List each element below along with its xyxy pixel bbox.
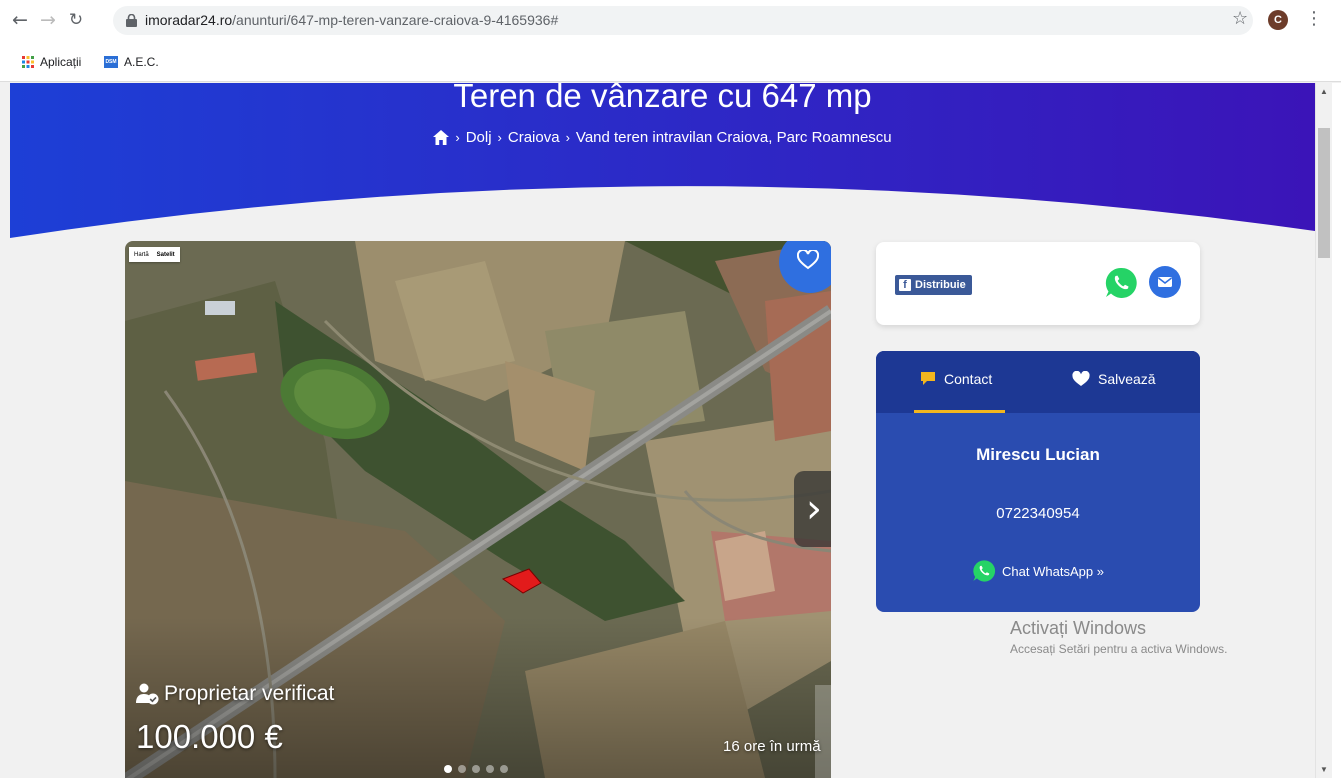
tab-contact-label: Contact	[944, 371, 993, 387]
hero-banner: Teren de vânzare cu 647 mp › Dolj › Crai…	[10, 83, 1315, 238]
verified-user-icon	[136, 683, 159, 705]
email-share-button[interactable]	[1149, 266, 1181, 298]
scroll-thumb[interactable]	[1318, 128, 1330, 258]
url-domain: imoradar24.ro	[145, 12, 233, 28]
breadcrumb-craiova[interactable]: Craiova	[508, 129, 560, 146]
posted-time: 16 ore în urmă	[723, 738, 821, 755]
watermark-subtitle: Accesați Setări pentru a activa Windows.	[1010, 642, 1228, 656]
carousel-indicators	[444, 765, 508, 773]
map-type-satellite[interactable]: Satelit	[157, 252, 175, 258]
carousel-dot[interactable]	[500, 765, 508, 773]
reload-icon[interactable]: ↻	[64, 8, 88, 32]
breadcrumb-separator: ›	[455, 130, 460, 145]
map-type-map[interactable]: Hartă	[134, 252, 149, 258]
chat-whatsapp-link[interactable]: Chat WhatsApp »	[876, 559, 1200, 583]
carousel-dot[interactable]	[486, 765, 494, 773]
listing-image-carousel[interactable]: Hartă Satelit › Proprietar verificat 100…	[125, 241, 831, 778]
watermark-title: Activați Windows	[1010, 618, 1147, 638]
contact-tabs: Contact Salvează	[876, 351, 1200, 413]
chat-whatsapp-label: Chat WhatsApp »	[1002, 563, 1104, 579]
facebook-share-label: Distribuie	[915, 279, 966, 291]
page-title: Teren de vânzare cu 647 mp	[453, 83, 872, 114]
facebook-share-button[interactable]: f Distribuie	[895, 275, 972, 295]
home-icon[interactable]	[433, 130, 450, 145]
tab-contact[interactable]: Contact	[920, 371, 992, 387]
carousel-dot[interactable]	[444, 765, 452, 773]
map-type-toggle[interactable]: Hartă Satelit	[129, 247, 180, 262]
scroll-down-icon[interactable]: ▼	[1320, 765, 1328, 774]
breadcrumb: › Dolj › Craiova › Vand teren intravilan…	[10, 129, 1315, 146]
active-tab-indicator	[914, 410, 1005, 413]
contact-phone[interactable]: 0722340954	[876, 505, 1200, 522]
carousel-dot[interactable]	[472, 765, 480, 773]
verified-owner-label: Proprietar verificat	[164, 682, 335, 705]
contact-card: Contact Salvează Mirescu Lucian 07223409…	[876, 351, 1200, 612]
breadcrumb-separator: ›	[565, 130, 570, 145]
carousel-dot[interactable]	[458, 765, 466, 773]
bookmark-aec-label: A.E.C.	[124, 55, 159, 69]
apps-grid-icon	[22, 56, 34, 68]
profile-avatar[interactable]: C	[1268, 10, 1288, 30]
whatsapp-icon[interactable]	[1104, 266, 1138, 300]
whatsapp-icon	[973, 560, 996, 582]
tab-save[interactable]: Salvează	[1072, 371, 1156, 387]
url-text: imoradar24.ro/anunturi/647-mp-teren-vanz…	[145, 6, 558, 35]
windows-activation-watermark: Activați Windows Accesați Setări pentru …	[1010, 618, 1227, 656]
bookmark-aec[interactable]: DSM A.E.C.	[104, 55, 159, 69]
bookmark-star-icon[interactable]: ☆	[1232, 8, 1248, 29]
window-edge	[1332, 83, 1341, 778]
breadcrumb-dolj[interactable]: Dolj	[466, 129, 492, 146]
share-card: f Distribuie	[876, 242, 1200, 325]
page-scrollbar[interactable]: ▲ ▼	[1315, 83, 1332, 778]
verified-owner-badge: Proprietar verificat	[136, 682, 334, 706]
bookmark-apps[interactable]: Aplicații	[22, 55, 81, 69]
scroll-up-icon[interactable]: ▲	[1320, 87, 1328, 96]
menu-kebab-icon[interactable]: ⋮	[1305, 8, 1323, 29]
bookmarks-bar: Aplicații DSM A.E.C.	[0, 49, 1341, 77]
heart-icon	[1072, 371, 1090, 386]
heart-outline-icon	[797, 250, 819, 270]
contact-name: Mirescu Lucian	[976, 445, 1100, 464]
breadcrumb-current: Vand teren intravilan Craiova, Parc Roam…	[575, 129, 892, 146]
speech-bubble-icon	[921, 372, 935, 385]
dsm-icon: DSM	[104, 56, 118, 68]
web-page: Teren de vânzare cu 647 mp › Dolj › Crai…	[10, 83, 1315, 778]
address-bar[interactable]: imoradar24.ro/anunturi/647-mp-teren-vanz…	[113, 6, 1253, 35]
back-arrow-icon[interactable]: ←	[8, 8, 32, 32]
lock-icon	[126, 14, 137, 27]
listing-price: 100.000 €	[136, 718, 283, 755]
carousel-next-button[interactable]: ›	[794, 471, 831, 547]
tab-save-label: Salvează	[1098, 371, 1156, 387]
url-path: /anunturi/647-mp-teren-vanzare-craiova-9…	[232, 12, 559, 28]
map-zoom-controls[interactable]	[815, 685, 831, 778]
browser-chrome: ← → ↻ imoradar24.ro/anunturi/647-mp-tere…	[0, 0, 1341, 82]
forward-arrow-icon[interactable]: →	[36, 8, 60, 32]
bookmark-apps-label: Aplicații	[40, 55, 82, 69]
breadcrumb-separator: ›	[497, 130, 502, 145]
facebook-icon: f	[899, 279, 911, 291]
envelope-icon	[1158, 277, 1172, 287]
